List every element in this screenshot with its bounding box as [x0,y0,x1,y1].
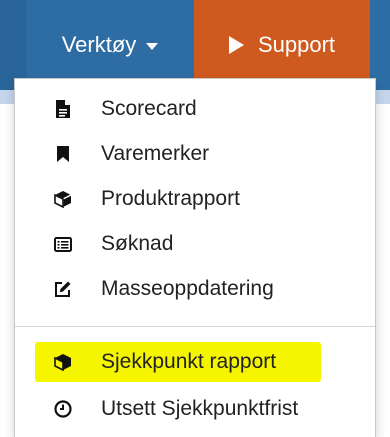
list-card-icon [53,234,73,254]
menu-item-label: Varemerker [101,142,210,165]
tools-dropdown-toggle[interactable]: Verktøy [26,0,194,90]
menu-item-label: Søknad [101,232,174,255]
menu-item-soknad[interactable]: Søknad [15,222,375,266]
tools-dropdown-menu: Scorecard Varemerker Produktrapport Søkn… [14,78,376,437]
tools-label: Verktøy [61,32,137,57]
file-icon [53,99,73,119]
menu-item-label: Produktrapport [101,187,240,210]
menu-item-scorecard[interactable]: Scorecard [15,87,375,131]
menu-divider [15,326,375,327]
menu-item-masseoppdatering[interactable]: Masseoppdatering [15,267,375,311]
play-icon [228,36,244,54]
navbar-right-edge [370,0,390,90]
edit-icon [53,279,73,299]
top-navbar: Verktøy Support [0,0,390,90]
caret-down-icon [146,43,159,50]
navbar-left-edge [0,0,26,90]
menu-item-sjekkpunkt-rapport[interactable]: Sjekkpunkt rapport [15,340,375,384]
clock-icon [53,399,73,419]
bookmark-icon [53,144,73,164]
page: Verktøy Support Scorecard Varemerker Pro… [0,0,390,437]
menu-item-label: Sjekkpunkt rapport [101,350,277,373]
cube-icon [53,189,73,209]
menu-item-produktrapport[interactable]: Produktrapport [15,177,375,221]
menu-item-label: Masseoppdatering [101,277,274,300]
menu-item-varemerker[interactable]: Varemerker [15,132,375,176]
cube-icon [53,352,73,372]
menu-item-label: Scorecard [101,97,197,120]
menu-item-utsett-sjekkpunktfrist[interactable]: Utsett Sjekkpunktfrist [15,387,375,431]
menu-item-label: Utsett Sjekkpunktfrist [101,397,299,420]
support-button[interactable]: Support [194,0,370,90]
support-label: Support [257,32,336,57]
